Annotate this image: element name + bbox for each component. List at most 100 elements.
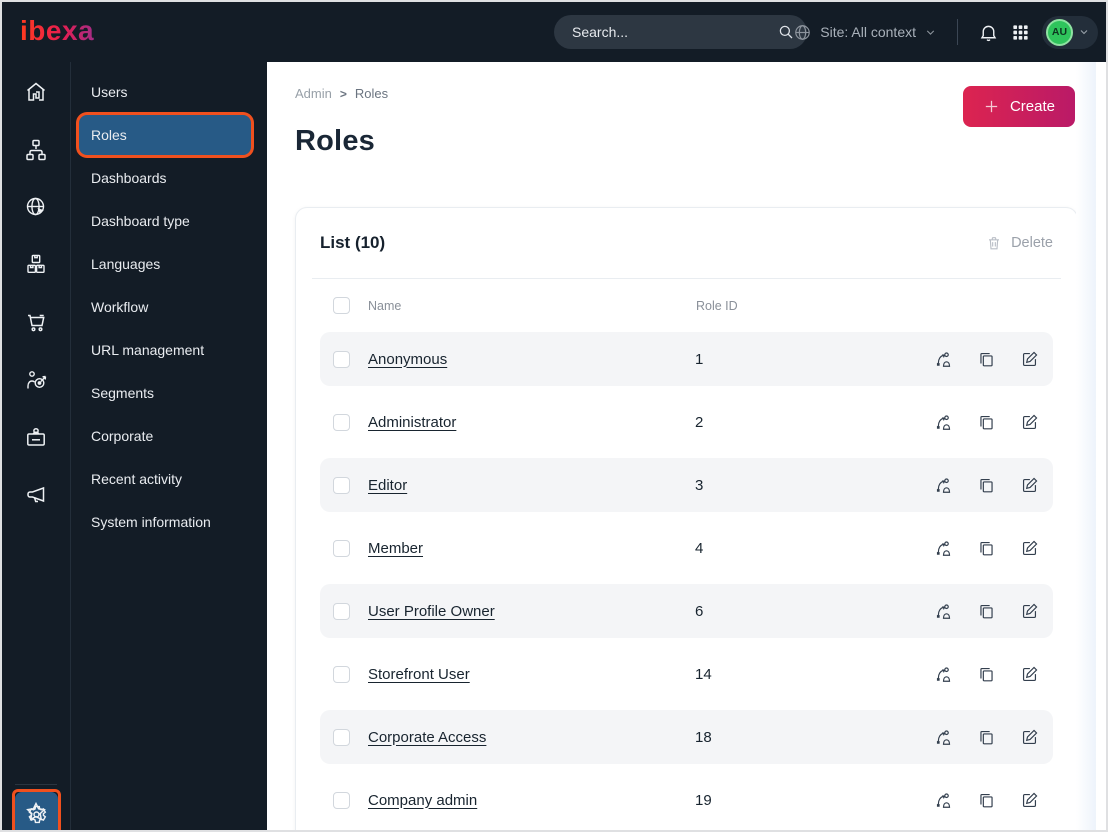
personalization-target-icon[interactable] xyxy=(24,368,48,392)
column-header-role-id: Role ID xyxy=(696,299,738,313)
role-id-value: 18 xyxy=(695,728,712,746)
edit-icon[interactable] xyxy=(1020,665,1039,684)
avatar: AU xyxy=(1046,18,1073,46)
user-menu[interactable]: AU xyxy=(1042,15,1098,49)
role-name-link[interactable]: Storefront User xyxy=(368,666,470,683)
assign-users-icon[interactable] xyxy=(934,791,953,810)
corporate-badge-icon[interactable] xyxy=(24,425,48,449)
table-row: Company admin 19 xyxy=(320,773,1053,827)
role-id-value: 19 xyxy=(695,791,712,809)
chevron-down-icon xyxy=(926,29,935,35)
rail-divider xyxy=(15,784,57,785)
breadcrumb-separator: > xyxy=(339,86,347,101)
roles-list-card: List (10) Delete Name Role ID Anonymous … xyxy=(295,207,1078,830)
site-context-label: Site: All context xyxy=(820,24,916,40)
row-checkbox[interactable] xyxy=(333,539,350,557)
role-name-link[interactable]: Administrator xyxy=(368,414,456,431)
sidebar-item-workflow[interactable]: Workflow xyxy=(79,287,251,327)
copy-icon[interactable] xyxy=(977,791,996,810)
role-name-link[interactable]: Member xyxy=(368,540,423,557)
assign-users-icon[interactable] xyxy=(934,539,953,558)
role-id-value: 6 xyxy=(695,602,704,620)
breadcrumb-roles: Roles xyxy=(354,86,389,101)
row-checkbox[interactable] xyxy=(333,476,350,494)
search-placeholder: Search... xyxy=(572,24,629,40)
assign-users-icon[interactable] xyxy=(934,665,953,684)
table-row: Corporate Access 18 xyxy=(320,710,1053,764)
edit-icon[interactable] xyxy=(1020,476,1039,495)
copy-icon[interactable] xyxy=(977,665,996,684)
copy-icon[interactable] xyxy=(977,728,996,747)
sidebar-item-languages[interactable]: Languages xyxy=(79,244,251,284)
sidebar-item-users[interactable]: Users xyxy=(79,72,251,112)
sidebar-item-recent-activity[interactable]: Recent activity xyxy=(79,459,251,499)
select-all-checkbox[interactable] xyxy=(333,297,350,314)
role-name-link[interactable]: User Profile Owner xyxy=(368,603,495,620)
row-checkbox[interactable] xyxy=(333,413,350,431)
copy-icon[interactable] xyxy=(977,476,996,495)
edit-icon[interactable] xyxy=(1020,350,1039,369)
table-row: Administrator 2 xyxy=(320,395,1053,449)
sidebar-item-corporate[interactable]: Corporate xyxy=(79,416,251,456)
sidebar-item-system-information[interactable]: System information xyxy=(79,502,251,542)
sidebar-item-url-management[interactable]: URL management xyxy=(79,330,251,370)
delete-button-label: Delete xyxy=(1011,235,1053,251)
ibexa-logo[interactable]: ibexa xyxy=(20,15,94,47)
delete-button[interactable]: Delete xyxy=(986,235,1053,252)
app-switcher-grid-icon[interactable] xyxy=(1011,23,1030,42)
row-checkbox[interactable] xyxy=(333,791,350,809)
page-title: Roles xyxy=(295,125,375,157)
role-name-link[interactable]: Anonymous xyxy=(368,351,447,368)
notifications-bell-icon[interactable] xyxy=(978,22,999,43)
role-id-value: 14 xyxy=(695,665,712,683)
row-checkbox[interactable] xyxy=(333,665,350,683)
breadcrumb-admin[interactable]: Admin xyxy=(295,86,332,101)
table-header-row: Name Role ID xyxy=(296,279,1077,332)
create-button-label: Create xyxy=(1009,98,1055,115)
edit-icon[interactable] xyxy=(1020,791,1039,810)
row-checkbox[interactable] xyxy=(333,728,350,746)
marketing-megaphone-icon[interactable] xyxy=(24,483,48,507)
assign-users-icon[interactable] xyxy=(934,413,953,432)
product-catalog-icon[interactable] xyxy=(24,252,48,276)
sidebar-item-roles[interactable]: Roles xyxy=(79,115,251,155)
page-scroll-track[interactable] xyxy=(1076,62,1096,830)
assign-users-icon[interactable] xyxy=(934,602,953,621)
copy-icon[interactable] xyxy=(977,350,996,369)
table-row: Anonymous 1 xyxy=(320,332,1053,386)
assign-users-icon[interactable] xyxy=(934,350,953,369)
edit-icon[interactable] xyxy=(1020,728,1039,747)
content-structure-icon[interactable] xyxy=(24,138,48,162)
sidebar-item-dashboards[interactable]: Dashboards xyxy=(79,158,251,198)
icon-rail xyxy=(2,62,70,830)
main-content: Admin > Roles Create Roles List (10) Del… xyxy=(267,62,1106,830)
copy-icon[interactable] xyxy=(977,413,996,432)
edit-icon[interactable] xyxy=(1020,539,1039,558)
site-globe-icon[interactable] xyxy=(24,195,48,219)
star-icon[interactable] xyxy=(24,800,48,824)
copy-icon[interactable] xyxy=(977,602,996,621)
edit-icon[interactable] xyxy=(1020,602,1039,621)
assign-users-icon[interactable] xyxy=(934,476,953,495)
sidebar-item-dashboard-type[interactable]: Dashboard type xyxy=(79,201,251,241)
role-name-link[interactable]: Corporate Access xyxy=(368,729,486,746)
role-id-value: 1 xyxy=(695,350,704,368)
assign-users-icon[interactable] xyxy=(934,728,953,747)
commerce-cart-icon[interactable] xyxy=(24,310,48,334)
row-checkbox[interactable] xyxy=(333,602,350,620)
admin-sidebar: Users Roles Dashboards Dashboard type La… xyxy=(70,62,267,830)
column-header-name: Name xyxy=(368,299,402,313)
create-button[interactable]: Create xyxy=(962,86,1075,127)
table-row: Storefront User 14 xyxy=(320,647,1053,701)
sidebar-item-segments[interactable]: Segments xyxy=(79,373,251,413)
topbar-divider xyxy=(957,19,958,45)
row-checkbox[interactable] xyxy=(333,350,350,368)
home-icon[interactable] xyxy=(24,80,48,104)
edit-icon[interactable] xyxy=(1020,413,1039,432)
role-name-link[interactable]: Company admin xyxy=(368,792,477,809)
global-search-input[interactable]: Search... xyxy=(554,15,807,49)
role-name-link[interactable]: Editor xyxy=(368,477,407,494)
list-title: List (10) xyxy=(320,233,386,252)
site-context-switcher[interactable]: Site: All context xyxy=(793,23,937,42)
copy-icon[interactable] xyxy=(977,539,996,558)
